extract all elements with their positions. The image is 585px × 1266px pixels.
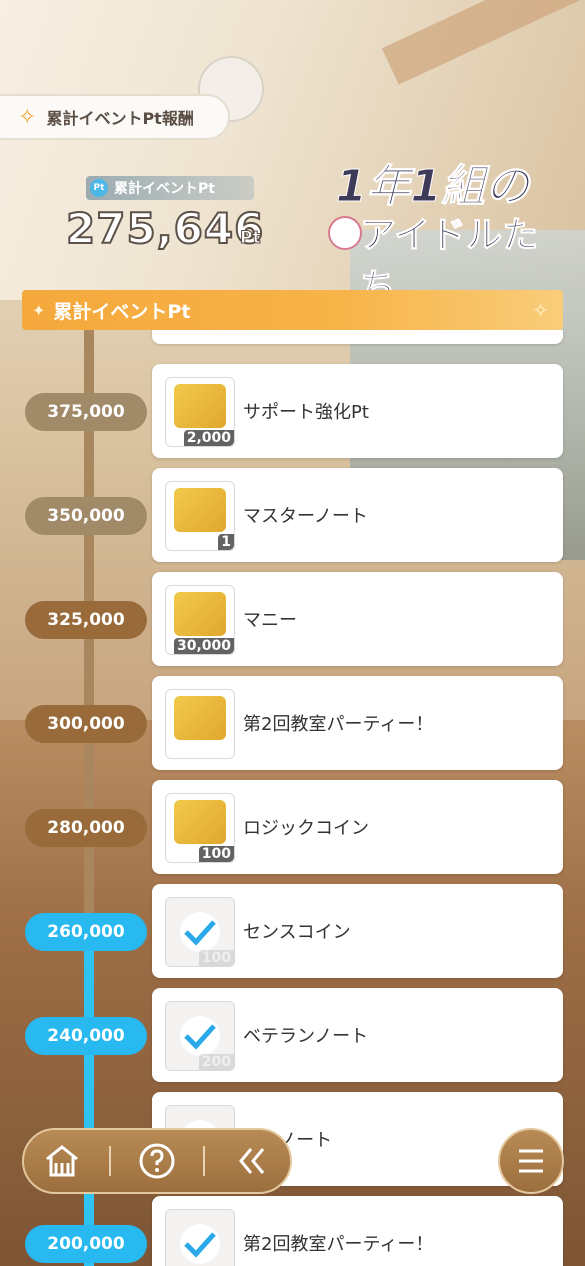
master-note-icon — [174, 488, 226, 532]
reward-card[interactable]: 第2回教室パーティー！ — [152, 1196, 563, 1266]
back-icon — [238, 1148, 264, 1174]
reward-name: センスコイン — [243, 922, 351, 943]
list-item[interactable]: 200,000 第2回教室パーティー！ — [0, 1196, 585, 1266]
reward-name: サポート強化Pt — [243, 402, 369, 423]
reward-card — [152, 330, 563, 344]
reward-name: ロジックコイン — [243, 818, 369, 839]
pt-icon: Pt — [90, 179, 108, 197]
list-item[interactable]: 375,000 2,000 サポート強化Pt — [0, 364, 585, 460]
reward-name: ベテランノート — [243, 1026, 369, 1047]
check-icon — [180, 1016, 220, 1056]
reward-thumbnail: 30,000 — [165, 585, 235, 655]
reward-title: 累計イベントPt報酬 — [46, 109, 194, 128]
help-button[interactable] — [127, 1131, 187, 1191]
reward-thumbnail: 100 — [165, 793, 235, 863]
threshold-badge: 375,000 — [25, 393, 147, 431]
list-item[interactable]: 325,000 30,000 マニー — [0, 572, 585, 668]
sparkle-deco-icon: ✧ — [532, 298, 549, 322]
reward-quantity: 100 — [198, 846, 234, 862]
nav-divider — [108, 1146, 111, 1176]
reward-card[interactable]: 100 ロジックコイン — [152, 780, 563, 874]
threshold-badge: 325,000 — [25, 601, 147, 639]
check-icon — [180, 912, 220, 952]
reward-name: マニー — [243, 610, 297, 631]
nav-divider — [203, 1146, 206, 1176]
reward-thumbnail: 1 — [165, 481, 235, 551]
list-item[interactable]: 350,000 1 マスターノート — [0, 468, 585, 564]
reward-thumbnail — [165, 689, 235, 759]
reward-card[interactable]: 2,000 サポート強化Pt — [152, 364, 563, 458]
reward-card[interactable]: 1 マスターノート — [152, 468, 563, 562]
sparkle-icon: ✧ — [18, 104, 37, 130]
reward-thumbnail — [165, 1209, 235, 1266]
menu-button[interactable] — [498, 1128, 564, 1194]
section-title: 累計イベントPt — [53, 300, 191, 323]
back-button[interactable] — [222, 1131, 282, 1191]
logo-line1: 1年1組の — [335, 161, 530, 213]
money-coin-icon — [174, 592, 226, 636]
event-logo: 1年1組の アイドルたち — [326, 150, 546, 309]
reward-name: 第2回教室パーティー！ — [243, 714, 434, 735]
points-label-text: 累計イベントPt — [114, 181, 215, 197]
sparkle-icon: ✦ — [32, 300, 46, 320]
threshold-badge: 260,000 — [25, 913, 147, 951]
threshold-badge: 240,000 — [25, 1017, 147, 1055]
home-button[interactable] — [32, 1131, 92, 1191]
list-item-partial — [0, 330, 585, 346]
reward-card[interactable]: 30,000 マニー — [152, 572, 563, 666]
points-unit: Pt — [240, 228, 262, 249]
reward-card[interactable]: 100 センスコイン — [152, 884, 563, 978]
reward-name: マスターノート — [243, 506, 368, 527]
section-header: ✦ 累計イベントPt ✧ — [22, 290, 563, 330]
list-item[interactable]: 240,000 200 ベテランノート — [0, 988, 585, 1084]
threshold-badge: 200,000 — [25, 1225, 147, 1263]
reward-quantity: 1 — [218, 534, 234, 550]
points-label: Pt 累計イベントPt — [86, 176, 254, 200]
reward-card[interactable]: 第2回教室パーティー！ — [152, 676, 563, 770]
reward-quantity: 30,000 — [173, 638, 234, 654]
reward-list[interactable]: 375,000 2,000 サポート強化Pt 350,000 1 マスターノート… — [0, 330, 585, 1266]
reward-thumbnail: 2,000 — [165, 377, 235, 447]
reward-card[interactable]: 200 ベテランノート — [152, 988, 563, 1082]
logic-coin-icon — [174, 800, 226, 844]
threshold-badge: 300,000 — [25, 705, 147, 743]
list-item[interactable]: 260,000 100 センスコイン — [0, 884, 585, 980]
support-pt-icon — [174, 384, 226, 428]
reward-thumbnail: 100 — [165, 897, 235, 967]
logo-badge — [328, 216, 362, 250]
check-icon — [180, 1224, 220, 1264]
bottom-nav — [22, 1128, 292, 1194]
reward-quantity: 100 — [198, 950, 234, 966]
reward-quantity: 200 — [198, 1054, 234, 1070]
reward-thumbnail: 200 — [165, 1001, 235, 1071]
points-value: 275,646 — [65, 203, 265, 254]
threshold-badge: 350,000 — [25, 497, 147, 535]
home-icon — [46, 1145, 79, 1177]
reward-title-pill: ✧ 累計イベントPt報酬 — [0, 94, 230, 140]
card-illustration — [174, 696, 226, 740]
list-item[interactable]: 280,000 100 ロジックコイン — [0, 780, 585, 876]
list-item[interactable]: 300,000 第2回教室パーティー！ — [0, 676, 585, 772]
help-icon — [139, 1143, 175, 1179]
menu-icon — [519, 1149, 543, 1173]
threshold-badge: 280,000 — [25, 809, 147, 847]
reward-name: 第2回教室パーティー！ — [243, 1234, 434, 1255]
reward-quantity: 2,000 — [183, 430, 234, 446]
